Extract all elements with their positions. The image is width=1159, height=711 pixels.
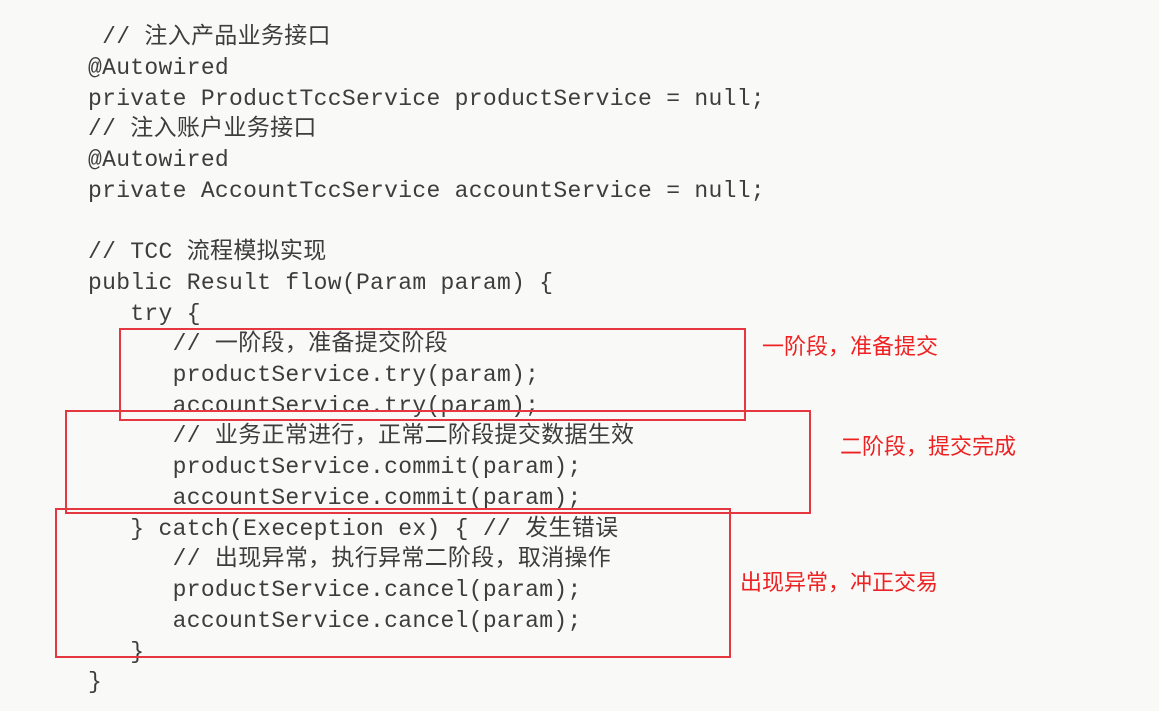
phase1-highlight-box <box>119 328 746 421</box>
code-line-1: // 注入产品业务接口 <box>88 24 331 50</box>
exception-annotation: 出现异常，冲正交易 <box>740 571 939 596</box>
code-line-2: @Autowired <box>88 55 230 81</box>
exception-highlight-box <box>55 508 731 658</box>
code-line-22: } <box>88 669 103 695</box>
phase2-highlight-box <box>65 410 811 514</box>
code-line-8: // TCC 流程模拟实现 <box>88 239 327 265</box>
phase2-annotation: 二阶段，提交完成 <box>840 435 1017 460</box>
code-line-4: // 注入账户业务接口 <box>88 116 317 142</box>
code-line-5: @Autowired <box>88 147 230 173</box>
phase1-annotation: 一阶段，准备提交 <box>762 335 939 360</box>
code-line-10: try { <box>88 301 201 327</box>
code-line-9: public Result flow(Param param) { <box>88 270 554 296</box>
code-line-3: private ProductTccService productService… <box>88 86 765 112</box>
code-line-6: private AccountTccService accountService… <box>88 178 765 204</box>
